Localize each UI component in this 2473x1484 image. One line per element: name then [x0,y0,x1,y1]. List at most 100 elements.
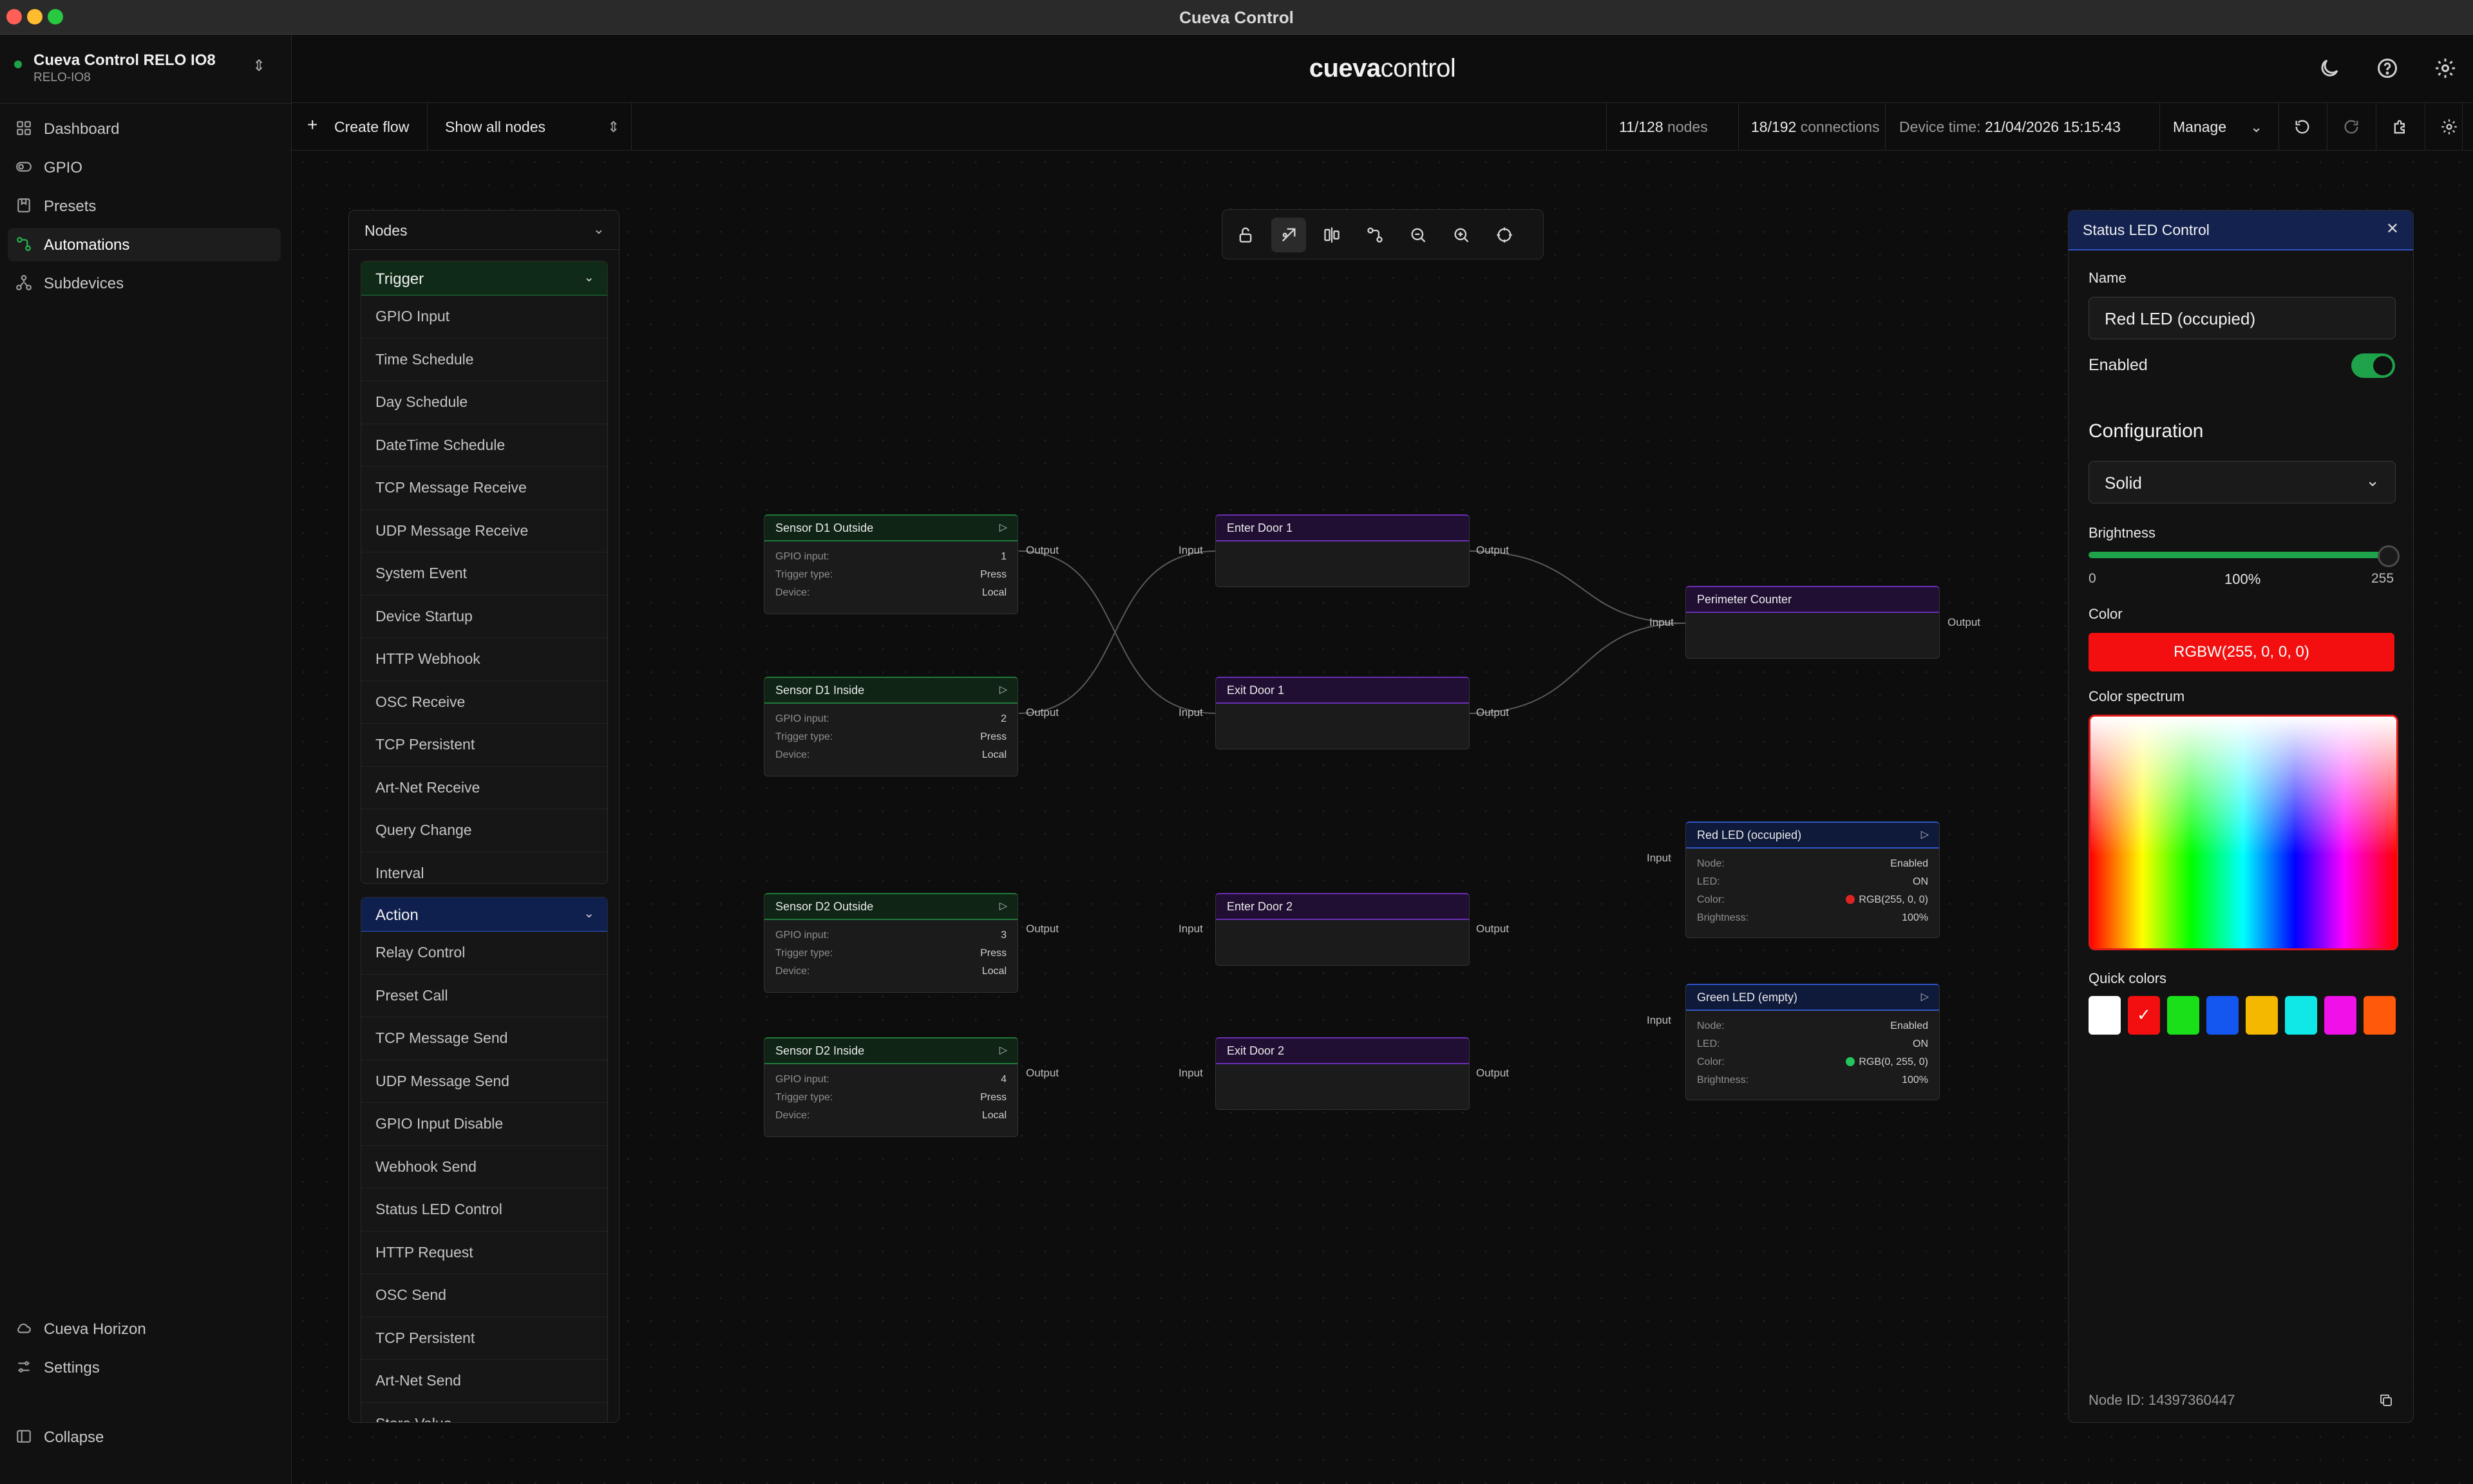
palette-item[interactable]: Art-Net Send [361,1360,607,1403]
brightness-slider-thumb[interactable] [2378,545,2400,567]
plugin-button[interactable] [2376,103,2425,151]
lock-button[interactable] [1228,218,1263,252]
undo-button[interactable] [2278,103,2327,151]
color-swatch-dot [1846,895,1855,904]
quick-color-swatch[interactable] [2089,996,2121,1035]
input-port-label: Input [1179,706,1203,719]
undo-icon [2295,120,2309,134]
flow-node-green-led[interactable]: Green LED (empty) ▷ Node: Enabled LED: ON C… [1685,984,1940,1100]
create-flow-button[interactable]: + Create flow [292,103,428,151]
color-spectrum-picker[interactable] [2089,715,2398,950]
sidebar-item-dashboard[interactable]: Dashboard [8,112,281,146]
palette-item[interactable]: Webhook Send [361,1146,607,1188]
align-button[interactable] [1314,218,1349,252]
node-filter-select[interactable]: Show all nodes ⇕ [427,103,632,151]
node-field-device: Device: Local [775,749,1007,760]
gear-icon[interactable] [2434,57,2457,80]
help-icon[interactable] [2376,57,2399,80]
quick-color-swatch[interactable] [2246,996,2278,1035]
redo-button[interactable] [2327,103,2376,151]
node-field-device: Device: Local [775,1110,1007,1121]
palette-header[interactable]: Nodes ⌄ [349,211,619,250]
close-icon[interactable]: ✕ [2386,220,2399,238]
enabled-toggle[interactable] [2351,353,2395,378]
palette-item[interactable]: Query Change [361,809,607,852]
brightness-slider-track[interactable] [2089,552,2394,558]
flow-node-enter-door-1[interactable]: Enter Door 1 [1215,514,1470,587]
play-icon[interactable]: ▷ [1000,683,1007,696]
mode-select[interactable]: Solid ⌄ [2089,461,2396,503]
sidebar-item-presets[interactable]: Presets [8,189,281,223]
quick-color-swatch[interactable] [2167,996,2199,1035]
palette-item[interactable]: Status LED Control [361,1188,607,1232]
sidebar-item-cueva-horizon[interactable]: Cueva Horizon [8,1312,281,1346]
copy-icon[interactable] [2378,1393,2394,1408]
palette-item[interactable]: OSC Send [361,1274,607,1317]
palette-item[interactable]: Device Startup [361,596,607,638]
palette-item-label: Time Schedule [375,350,474,368]
palette-item[interactable]: UDP Message Receive [361,510,607,552]
action-category-header[interactable]: Action ⌄ [361,897,607,932]
play-icon[interactable]: ▷ [1000,521,1007,534]
quick-color-swatch[interactable]: ✓ [2128,996,2160,1035]
palette-item[interactable]: TCP Message Receive [361,467,607,510]
palette-item[interactable]: Interval [361,852,607,884]
zoom-in-button[interactable] [1444,218,1479,252]
palette-item[interactable]: TCP Persistent [361,724,607,767]
palette-item[interactable]: DateTime Schedule [361,424,607,467]
layout-button[interactable] [1358,218,1392,252]
play-icon[interactable]: ▷ [1000,1044,1007,1057]
flow-node-sensor[interactable]: Sensor D1 Outside ▷ GPIO input: 1 Trigger ty… [764,514,1018,614]
trigger-category-header[interactable]: Trigger ⌄ [361,261,607,296]
auto-route-button[interactable] [1271,218,1306,252]
play-icon[interactable]: ▷ [1000,899,1007,912]
color-value-button[interactable]: RGBW(255, 0, 0, 0) [2089,633,2394,672]
quick-color-swatch[interactable] [2285,996,2317,1035]
flow-node-red-led[interactable]: Red LED (occupied) ▷ Node: Enabled LED: ON … [1685,822,1940,938]
palette-item[interactable]: OSC Receive [361,681,607,724]
sidebar-item-gpio[interactable]: GPIO [8,151,281,184]
zoom-out-button[interactable] [1401,218,1435,252]
sidebar-item-settings[interactable]: Settings [8,1351,281,1384]
fit-view-button[interactable] [1487,218,1522,252]
palette-item-label: DateTime Schedule [375,436,506,453]
flow-settings-button[interactable] [2425,103,2473,151]
palette-item[interactable]: HTTP Webhook [361,638,607,681]
sidebar-item-label: Presets [44,198,97,215]
play-icon[interactable]: ▷ [1921,828,1929,841]
flow-node-enter-door-2[interactable]: Enter Door 2 [1215,893,1470,966]
sidebar-item-subdevices[interactable]: Subdevices [8,267,281,300]
sliders-icon [18,1361,30,1373]
brightness-label: Brightness [2089,525,2156,541]
palette-item[interactable]: Day Schedule [361,381,607,424]
palette-item[interactable]: HTTP Request [361,1232,607,1274]
palette-item[interactable]: GPIO Input [361,296,607,339]
palette-item[interactable]: Preset Call [361,975,607,1017]
quick-color-swatch[interactable] [2324,996,2356,1035]
palette-item[interactable]: Time Schedule [361,339,607,381]
sidebar-item-automations[interactable]: Automations [8,228,281,261]
name-input[interactable]: Red LED (occupied) [2089,297,2396,339]
palette-item[interactable]: System Event [361,552,607,596]
flow-node-exit-door-2[interactable]: Exit Door 2 [1215,1037,1470,1110]
palette-item[interactable]: GPIO Input Disable [361,1103,607,1146]
palette-item[interactable]: TCP Persistent [361,1317,607,1360]
manage-menu-button[interactable]: Manage ⌄ [2159,103,2279,151]
palette-item[interactable]: UDP Message Send [361,1060,607,1103]
sidebar-collapse-button[interactable]: Collapse [8,1420,281,1454]
palette-item[interactable]: TCP Message Send [361,1017,607,1060]
node-header: Exit Door 1 [1216,678,1469,704]
flow-node-sensor[interactable]: Sensor D2 Outside ▷ GPIO input: 3 Trigger ty… [764,893,1018,993]
play-icon[interactable]: ▷ [1921,990,1929,1003]
moon-icon[interactable] [2318,57,2341,80]
flow-node-perimeter-counter[interactable]: Perimeter Counter [1685,586,1940,659]
quick-color-swatch[interactable] [2206,996,2239,1035]
flow-node-sensor[interactable]: Sensor D2 Inside ▷ GPIO input: 4 Trigger typ… [764,1037,1018,1137]
quick-color-swatch[interactable] [2364,996,2396,1035]
chevron-down-icon: ⌄ [583,270,594,285]
flow-node-sensor[interactable]: Sensor D1 Inside ▷ GPIO input: 2 Trigger typ… [764,677,1018,776]
flow-node-exit-door-1[interactable]: Exit Door 1 [1215,677,1470,749]
palette-item[interactable]: Art-Net Receive [361,767,607,809]
palette-item[interactable]: Relay Control [361,932,607,975]
palette-item[interactable]: Store Value [361,1403,607,1423]
